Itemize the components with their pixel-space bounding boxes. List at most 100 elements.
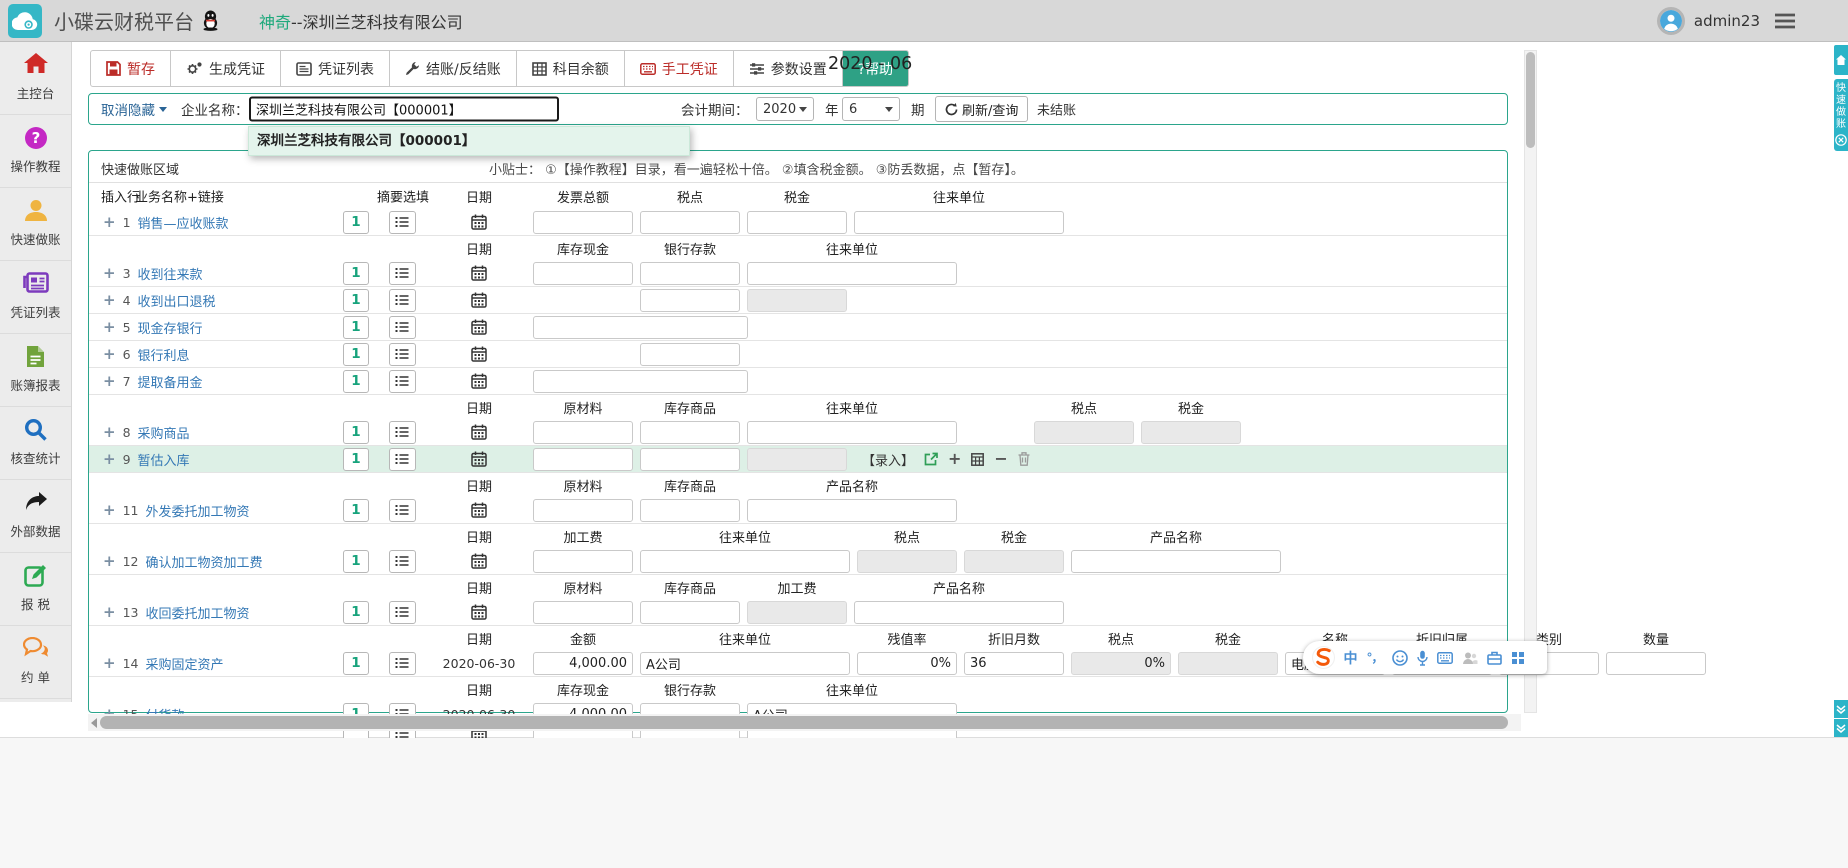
summary-list-icon[interactable] — [389, 601, 416, 624]
sidebar-item-console[interactable]: 主控台 — [0, 42, 71, 115]
chinese-mode-icon[interactable]: 中 — [1339, 648, 1362, 668]
avatar[interactable] — [1657, 7, 1685, 35]
business-link[interactable]: 现金存银行 — [138, 318, 203, 337]
sidebar-item-quick-accounting[interactable]: 快速做账 — [0, 188, 71, 261]
entry-count-box[interactable]: 1 — [343, 601, 369, 624]
closing-button[interactable]: 结账/反结账 — [390, 51, 517, 86]
insert-row-icon[interactable]: + — [103, 372, 116, 390]
calculator-icon[interactable] — [971, 453, 984, 466]
business-link[interactable]: 银行利息 — [138, 345, 190, 364]
calendar-icon[interactable] — [471, 373, 487, 389]
calendar-icon[interactable] — [471, 553, 487, 569]
entry-count-box[interactable]: 1 — [343, 499, 369, 522]
cell-input[interactable] — [747, 211, 847, 234]
cell-input[interactable] — [533, 370, 748, 393]
calendar-icon[interactable] — [471, 604, 487, 620]
insert-row-icon[interactable]: + — [103, 654, 116, 672]
insert-row-icon[interactable]: + — [103, 423, 116, 441]
business-link[interactable]: 收到出口退税 — [138, 291, 216, 310]
entry-count-box[interactable]: 1 — [343, 370, 369, 393]
business-link[interactable]: 销售—应收账款 — [138, 213, 229, 232]
summary-list-icon[interactable] — [389, 211, 416, 234]
entry-count-box[interactable]: 1 — [343, 316, 369, 339]
sidebar-item-ledger-reports[interactable]: 账簿报表 — [0, 334, 71, 407]
calendar-icon[interactable] — [471, 346, 487, 362]
entry-count-box[interactable]: 1 — [343, 652, 369, 675]
collapse-link[interactable]: 取消隐藏 — [101, 99, 167, 119]
sidebar-item-orders[interactable]: 约 单 — [0, 626, 71, 699]
summary-list-icon[interactable] — [389, 343, 416, 366]
entry-count-box[interactable]: 1 — [343, 448, 369, 471]
calendar-icon[interactable] — [471, 292, 487, 308]
entry-count-box[interactable]: 1 — [343, 343, 369, 366]
entry-count-box[interactable]: 1 — [343, 289, 369, 312]
emoji-icon[interactable] — [1387, 650, 1412, 666]
punctuation-mode-icon[interactable]: °， — [1362, 649, 1387, 666]
save-draft-button[interactable]: 暂存 — [91, 51, 171, 86]
insert-row-icon[interactable]: + — [103, 264, 116, 282]
entry-count-box[interactable]: 1 — [343, 550, 369, 573]
business-link[interactable]: 外发委托加工物资 — [145, 501, 249, 520]
username[interactable]: admin23 — [1694, 12, 1760, 30]
summary-list-icon[interactable] — [389, 448, 416, 471]
business-link[interactable]: 收到往来款 — [138, 264, 203, 283]
calendar-icon[interactable] — [471, 451, 487, 467]
toolbox-icon[interactable] — [1482, 651, 1506, 665]
sidebar-item-external-data[interactable]: 外部数据 — [0, 480, 71, 553]
sidebar-item-tutorial[interactable]: ? 操作教程 — [0, 115, 71, 188]
business-link[interactable]: 采购商品 — [138, 423, 190, 442]
refresh-query-button[interactable]: 刷新/查询 — [935, 96, 1028, 122]
summary-list-icon[interactable] — [389, 421, 416, 444]
insert-row-icon[interactable]: + — [103, 213, 116, 231]
calendar-icon[interactable] — [471, 502, 487, 518]
vertical-scrollbar[interactable] — [1524, 50, 1537, 713]
entry-count-box[interactable]: 1 — [343, 211, 369, 234]
cell-input[interactable] — [640, 550, 850, 573]
insert-row-icon[interactable]: + — [103, 603, 116, 621]
cell-input[interactable] — [640, 343, 740, 366]
calendar-icon[interactable] — [471, 319, 487, 335]
remove-icon[interactable]: − — [994, 452, 1007, 466]
summary-list-icon[interactable] — [389, 262, 416, 285]
cell-input[interactable] — [747, 421, 957, 444]
cell-input[interactable] — [533, 421, 633, 444]
scroll-left-icon[interactable] — [91, 718, 97, 728]
cell-input[interactable] — [854, 601, 1064, 624]
cell-input[interactable] — [1071, 550, 1281, 573]
horizontal-scrollbar[interactable] — [88, 714, 1521, 731]
insert-row-icon[interactable]: + — [103, 345, 116, 363]
account-balance-button[interactable]: 科目余额 — [517, 51, 625, 86]
entry-count-box[interactable]: 1 — [343, 421, 369, 444]
summary-list-icon[interactable] — [389, 289, 416, 312]
cell-input[interactable] — [1606, 652, 1706, 675]
scroll-down-icon-2[interactable] — [1834, 719, 1848, 737]
business-link[interactable]: 收回委托加工物资 — [145, 603, 249, 622]
app-logo-icon[interactable] — [8, 4, 42, 38]
cell-input[interactable] — [533, 316, 748, 339]
summary-list-icon[interactable] — [389, 652, 416, 675]
keyboard-icon[interactable] — [1432, 652, 1457, 664]
delete-icon[interactable] — [1018, 452, 1030, 466]
business-link[interactable]: 确认加工物资加工费 — [145, 552, 262, 571]
insert-row-icon[interactable]: + — [103, 450, 116, 468]
cell-input[interactable] — [533, 499, 633, 522]
mic-icon[interactable] — [1412, 650, 1432, 666]
cell-input[interactable] — [533, 262, 633, 285]
company-input[interactable] — [249, 97, 559, 122]
summary-list-icon[interactable] — [389, 550, 416, 573]
calendar-icon[interactable] — [471, 265, 487, 281]
cell-input[interactable] — [533, 211, 633, 234]
date-value[interactable]: 2020-06-30 — [443, 656, 516, 671]
voucher-list-button[interactable]: 凭证列表 — [281, 51, 390, 86]
sogou-logo-icon[interactable] — [1307, 646, 1339, 669]
cell-input[interactable] — [640, 448, 740, 471]
scroll-down-icon[interactable] — [1834, 700, 1848, 718]
calendar-icon[interactable] — [471, 214, 487, 230]
profile-icon[interactable] — [1457, 651, 1482, 665]
export-icon[interactable] — [924, 452, 938, 466]
cell-input[interactable] — [640, 289, 740, 312]
cell-input[interactable] — [533, 448, 633, 471]
cell-input[interactable] — [640, 262, 740, 285]
settings-button[interactable]: 参数设置 — [734, 51, 843, 86]
sidebar-item-audit-stats[interactable]: 核查统计 — [0, 407, 71, 480]
